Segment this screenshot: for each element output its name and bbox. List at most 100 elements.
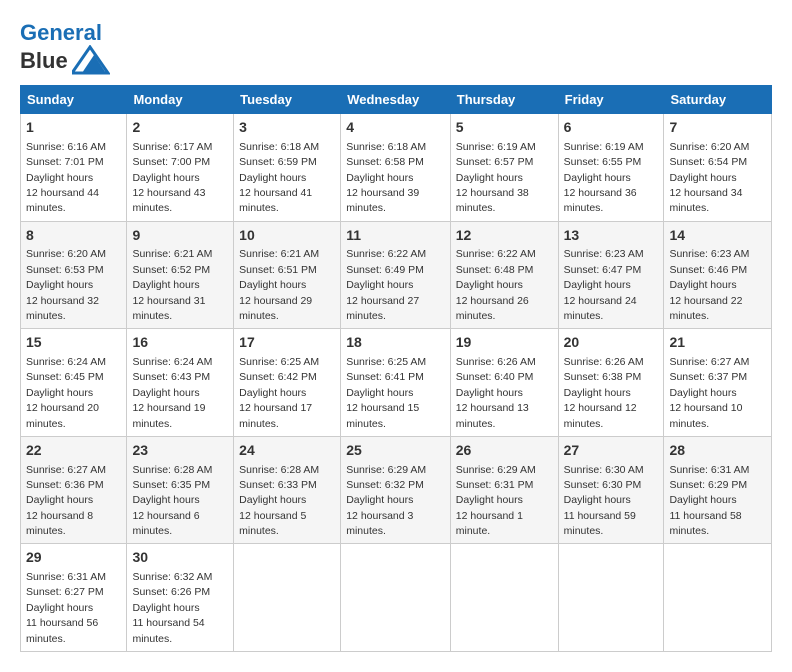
calendar-cell: 28 Sunrise: 6:31 AMSunset: 6:29 PMDayligh…	[664, 436, 772, 544]
day-number: 7	[669, 118, 766, 138]
day-info: Sunrise: 6:27 AMSunset: 6:36 PMDaylight …	[26, 464, 106, 538]
day-number: 29	[26, 548, 121, 568]
calendar-header: SundayMondayTuesdayWednesdayThursdayFrid…	[21, 86, 772, 114]
calendar-cell: 3Sunrise: 6:18 AMSunset: 6:59 PMDaylight…	[234, 114, 341, 222]
day-info: Sunrise: 6:23 AMSunset: 6:47 PMDaylight …	[564, 248, 644, 322]
logo: General Blue	[20, 20, 110, 75]
day-number: 15	[26, 333, 121, 353]
day-info: Sunrise: 6:26 AMSunset: 6:40 PMDaylight …	[456, 356, 536, 430]
calendar-week-1: 1 Sunrise: 6:16 AMSunset: 7:01 PMDaylight…	[21, 114, 772, 222]
calendar-cell: 22Sunrise: 6:27 AMSunset: 6:36 PMDayligh…	[21, 436, 127, 544]
day-info: Sunrise: 6:31 AMSunset: 6:29 PMDaylight …	[669, 464, 749, 538]
day-info: Sunrise: 6:26 AMSunset: 6:38 PMDaylight …	[564, 356, 644, 430]
day-info: Sunrise: 6:16 AMSunset: 7:01 PMDaylight …	[26, 141, 106, 215]
day-number: 30	[132, 548, 228, 568]
col-header-sunday: Sunday	[21, 86, 127, 114]
calendar-cell: 2 Sunrise: 6:17 AMSunset: 7:00 PMDaylight…	[127, 114, 234, 222]
calendar-cell: 9Sunrise: 6:21 AMSunset: 6:52 PMDaylight…	[127, 221, 234, 329]
day-info: Sunrise: 6:21 AMSunset: 6:52 PMDaylight …	[132, 248, 212, 322]
day-info: Sunrise: 6:23 AMSunset: 6:46 PMDaylight …	[669, 248, 749, 322]
day-number: 9	[132, 226, 228, 246]
day-number: 20	[564, 333, 659, 353]
day-number: 8	[26, 226, 121, 246]
day-info: Sunrise: 6:20 AMSunset: 6:53 PMDaylight …	[26, 248, 106, 322]
day-info: Sunrise: 6:20 AMSunset: 6:54 PMDaylight …	[669, 141, 749, 215]
day-info: Sunrise: 6:31 AMSunset: 6:27 PMDaylight …	[26, 571, 106, 645]
calendar-cell: 29 Sunrise: 6:31 AMSunset: 6:27 PMDayligh…	[21, 544, 127, 652]
calendar-cell: 17 Sunrise: 6:25 AMSunset: 6:42 PMDayligh…	[234, 329, 341, 437]
calendar-cell: 15Sunrise: 6:24 AMSunset: 6:45 PMDayligh…	[21, 329, 127, 437]
calendar-body: 1 Sunrise: 6:16 AMSunset: 7:01 PMDaylight…	[21, 114, 772, 652]
day-number: 26	[456, 441, 553, 461]
calendar-cell: 12Sunrise: 6:22 AMSunset: 6:48 PMDayligh…	[450, 221, 558, 329]
calendar-cell: 8Sunrise: 6:20 AMSunset: 6:53 PMDaylight…	[21, 221, 127, 329]
day-number: 6	[564, 118, 659, 138]
day-info: Sunrise: 6:18 AMSunset: 6:58 PMDaylight …	[346, 141, 426, 215]
day-info: Sunrise: 6:22 AMSunset: 6:48 PMDaylight …	[456, 248, 536, 322]
calendar-cell: 25Sunrise: 6:29 AMSunset: 6:32 PMDayligh…	[341, 436, 451, 544]
day-info: Sunrise: 6:30 AMSunset: 6:30 PMDaylight …	[564, 464, 644, 538]
calendar-week-4: 22Sunrise: 6:27 AMSunset: 6:36 PMDayligh…	[21, 436, 772, 544]
day-number: 11	[346, 226, 445, 246]
calendar-cell: 23Sunrise: 6:28 AMSunset: 6:35 PMDayligh…	[127, 436, 234, 544]
day-number: 5	[456, 118, 553, 138]
calendar-cell	[664, 544, 772, 652]
header-row: SundayMondayTuesdayWednesdayThursdayFrid…	[21, 86, 772, 114]
calendar-cell	[558, 544, 664, 652]
calendar-cell: 11Sunrise: 6:22 AMSunset: 6:49 PMDayligh…	[341, 221, 451, 329]
day-number: 16	[132, 333, 228, 353]
day-number: 1	[26, 118, 121, 138]
page-header: General Blue	[20, 20, 772, 75]
day-info: Sunrise: 6:25 AMSunset: 6:41 PMDaylight …	[346, 356, 426, 430]
day-number: 24	[239, 441, 335, 461]
day-info: Sunrise: 6:24 AMSunset: 6:43 PMDaylight …	[132, 356, 212, 430]
calendar-cell: 30Sunrise: 6:32 AMSunset: 6:26 PMDayligh…	[127, 544, 234, 652]
calendar-cell	[450, 544, 558, 652]
day-number: 2	[132, 118, 228, 138]
day-info: Sunrise: 6:27 AMSunset: 6:37 PMDaylight …	[669, 356, 749, 430]
day-number: 10	[239, 226, 335, 246]
calendar-cell: 20 Sunrise: 6:26 AMSunset: 6:38 PMDayligh…	[558, 329, 664, 437]
day-number: 19	[456, 333, 553, 353]
calendar-cell: 26 Sunrise: 6:29 AMSunset: 6:31 PMDayligh…	[450, 436, 558, 544]
day-info: Sunrise: 6:28 AMSunset: 6:35 PMDaylight …	[132, 464, 212, 538]
logo-blue: Blue	[20, 48, 68, 73]
day-info: Sunrise: 6:22 AMSunset: 6:49 PMDaylight …	[346, 248, 426, 322]
calendar-cell	[341, 544, 451, 652]
calendar-cell: 1 Sunrise: 6:16 AMSunset: 7:01 PMDaylight…	[21, 114, 127, 222]
day-number: 3	[239, 118, 335, 138]
calendar-cell: 27 Sunrise: 6:30 AMSunset: 6:30 PMDayligh…	[558, 436, 664, 544]
day-number: 12	[456, 226, 553, 246]
day-number: 4	[346, 118, 445, 138]
logo-icon	[72, 45, 110, 75]
calendar-cell	[234, 544, 341, 652]
calendar-cell: 6Sunrise: 6:19 AMSunset: 6:55 PMDaylight…	[558, 114, 664, 222]
day-number: 27	[564, 441, 659, 461]
calendar-cell: 16 Sunrise: 6:24 AMSunset: 6:43 PMDayligh…	[127, 329, 234, 437]
calendar-cell: 19 Sunrise: 6:26 AMSunset: 6:40 PMDayligh…	[450, 329, 558, 437]
day-info: Sunrise: 6:29 AMSunset: 6:31 PMDaylight …	[456, 464, 536, 538]
col-header-wednesday: Wednesday	[341, 86, 451, 114]
calendar-cell: 18Sunrise: 6:25 AMSunset: 6:41 PMDayligh…	[341, 329, 451, 437]
day-number: 14	[669, 226, 766, 246]
day-number: 13	[564, 226, 659, 246]
calendar-cell: 14Sunrise: 6:23 AMSunset: 6:46 PMDayligh…	[664, 221, 772, 329]
calendar-cell: 7 Sunrise: 6:20 AMSunset: 6:54 PMDaylight…	[664, 114, 772, 222]
calendar-cell: 13Sunrise: 6:23 AMSunset: 6:47 PMDayligh…	[558, 221, 664, 329]
day-number: 21	[669, 333, 766, 353]
calendar-cell: 5 Sunrise: 6:19 AMSunset: 6:57 PMDaylight…	[450, 114, 558, 222]
day-info: Sunrise: 6:29 AMSunset: 6:32 PMDaylight …	[346, 464, 426, 538]
col-header-monday: Monday	[127, 86, 234, 114]
day-info: Sunrise: 6:19 AMSunset: 6:57 PMDaylight …	[456, 141, 536, 215]
col-header-saturday: Saturday	[664, 86, 772, 114]
calendar-week-3: 15Sunrise: 6:24 AMSunset: 6:45 PMDayligh…	[21, 329, 772, 437]
calendar-week-5: 29 Sunrise: 6:31 AMSunset: 6:27 PMDayligh…	[21, 544, 772, 652]
day-number: 17	[239, 333, 335, 353]
day-number: 28	[669, 441, 766, 461]
day-info: Sunrise: 6:28 AMSunset: 6:33 PMDaylight …	[239, 464, 319, 538]
logo-general: General	[20, 20, 102, 45]
col-header-tuesday: Tuesday	[234, 86, 341, 114]
day-info: Sunrise: 6:25 AMSunset: 6:42 PMDaylight …	[239, 356, 319, 430]
calendar-week-2: 8Sunrise: 6:20 AMSunset: 6:53 PMDaylight…	[21, 221, 772, 329]
day-info: Sunrise: 6:17 AMSunset: 7:00 PMDaylight …	[132, 141, 212, 215]
